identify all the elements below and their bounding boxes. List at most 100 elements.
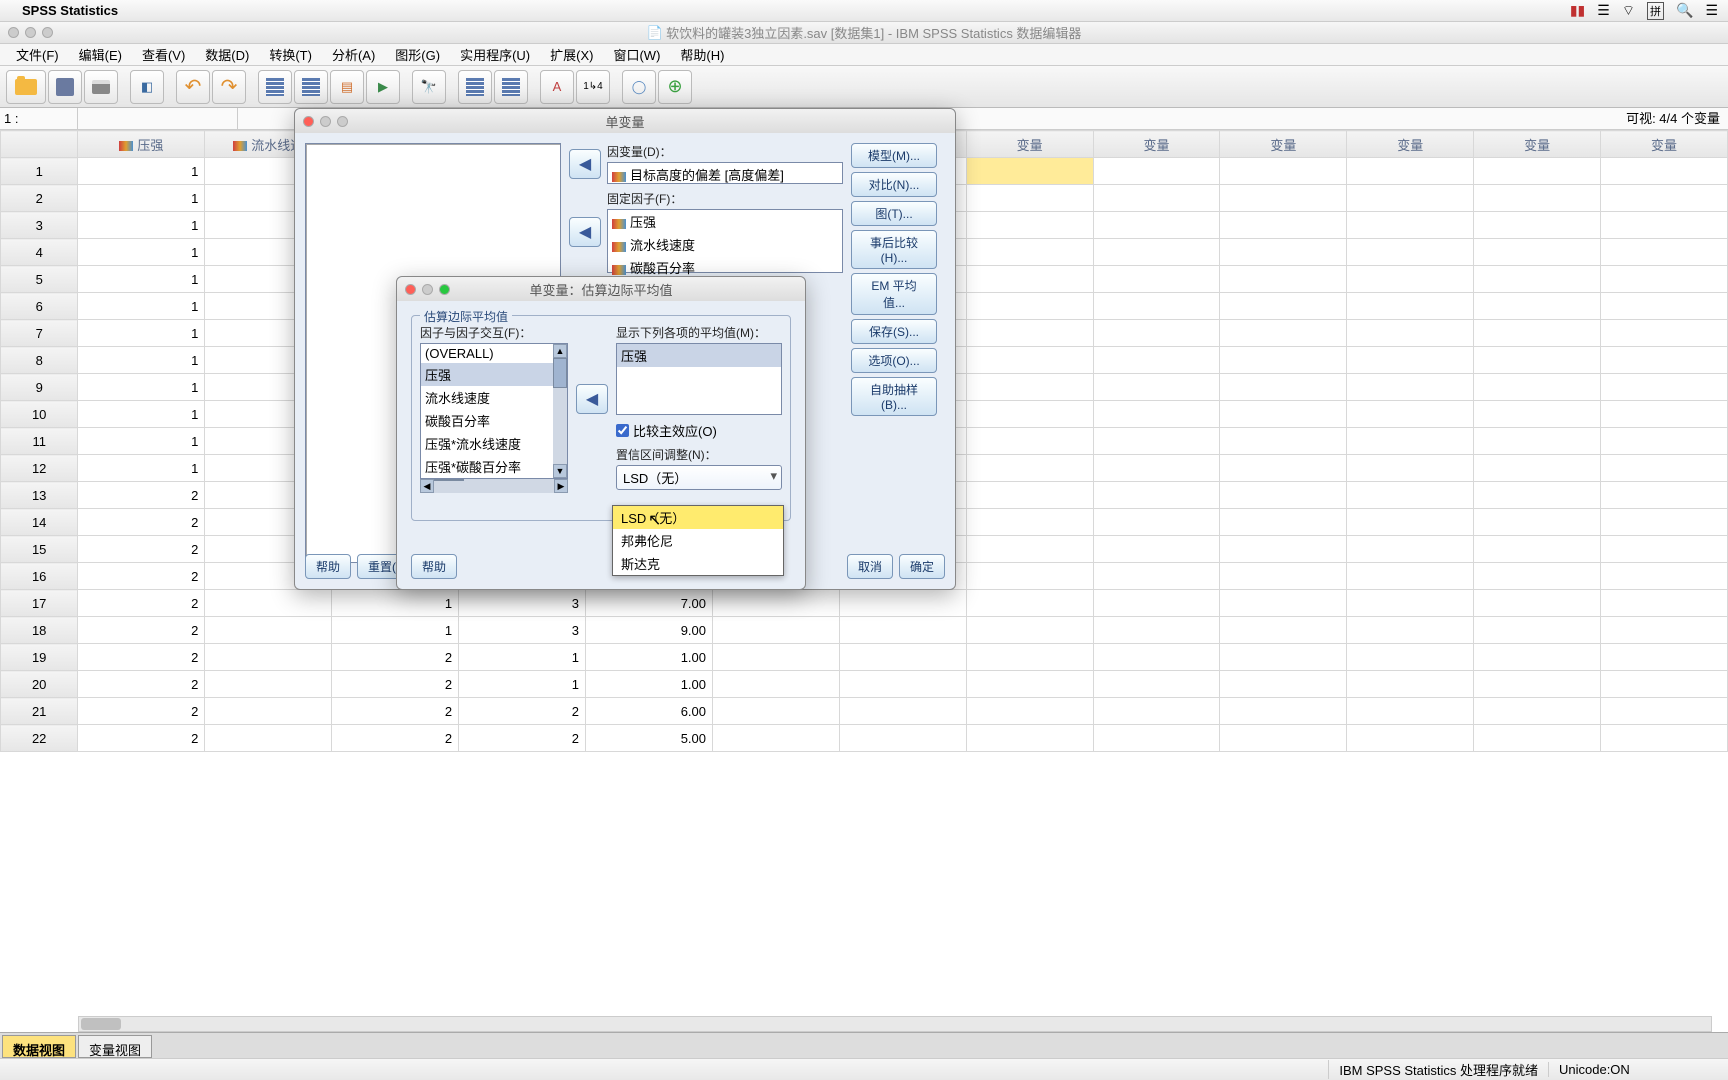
insert-var-button[interactable] (494, 70, 528, 104)
select-cases-button[interactable]: ◯ (622, 70, 656, 104)
print-button[interactable] (84, 70, 118, 104)
display-means-list[interactable]: 压强 (616, 343, 782, 415)
table-row[interactable]: 212226.00 (1, 698, 1728, 725)
side-button[interactable]: 自助抽样(B)... (851, 377, 937, 416)
list-item[interactable]: 压强*碳酸百分率 (421, 455, 553, 478)
save-button[interactable] (48, 70, 82, 104)
control-center-icon[interactable]: ☰ (1705, 2, 1718, 19)
display-means-label: 显示下列各项的平均值(M)： (616, 324, 782, 341)
table-row[interactable]: 192211.00 (1, 644, 1728, 671)
recall-dialog-button[interactable]: ◧ (130, 70, 164, 104)
visible-vars-label: 可视: 4/4 个变量 (1626, 108, 1728, 129)
menu-item[interactable]: 编辑(E) (69, 45, 132, 64)
toolbar: ◧ ↶ ↷ ▤ ▶ 🔭 A 1↳4 ◯ ⊕ (0, 66, 1728, 108)
menu-item[interactable]: 文件(F) (6, 45, 69, 64)
dropdown-option[interactable]: 邦弗伦尼 (613, 529, 783, 552)
split-file-button[interactable]: A (540, 70, 574, 104)
undo-button[interactable]: ↶ (176, 70, 210, 104)
grid-hscrollbar[interactable] (78, 1016, 1712, 1032)
dock-icon[interactable]: ☰ (1597, 2, 1610, 19)
value-labels-button[interactable]: ⊕ (658, 70, 692, 104)
univariate-title: 单变量 (295, 109, 955, 133)
compare-main-effects-checkbox[interactable] (616, 424, 629, 437)
dependent-label: 因变量(D)： (607, 143, 843, 160)
doc-icon: 📄 (647, 25, 663, 41)
app-name[interactable]: SPSS Statistics (22, 3, 118, 18)
menu-item[interactable]: 帮助(H) (670, 45, 734, 64)
list-item[interactable]: 压强*流水线速度 (421, 432, 553, 455)
processor-status: IBM SPSS Statistics 处理程序就绪 (1328, 1060, 1548, 1079)
menu-item[interactable]: 实用程序(U) (450, 45, 540, 64)
menubar-right: ▮▮ ☰ ⌔ 拼 🔍 ☰ (1570, 2, 1718, 20)
window-titlebar: 📄 软饮料的罐装3独立因素.sav [数据集1] - IBM SPSS Stat… (0, 22, 1728, 44)
move-to-fixed-button[interactable]: ◀ (569, 217, 601, 247)
univariate-cancel-button[interactable]: 取消 (847, 554, 893, 579)
side-button[interactable]: 图(T)... (851, 201, 937, 226)
side-button[interactable]: 事后比较(H)... (851, 230, 937, 269)
data-view-tab[interactable]: 数据视图 (2, 1035, 76, 1058)
goto-var-button[interactable] (294, 70, 328, 104)
list-hscrollbar[interactable]: ◀▶ (420, 479, 568, 493)
input-method[interactable]: 拼 (1647, 2, 1664, 20)
variable-view-tab[interactable]: 变量视图 (78, 1035, 152, 1058)
table-row[interactable]: 182139.00 (1, 617, 1728, 644)
mac-menubar: SPSS Statistics ▮▮ ☰ ⌔ 拼 🔍 ☰ (0, 0, 1728, 22)
ci-adjust-label: 置信区间调整(N)： (616, 446, 782, 463)
active-cell-value[interactable] (78, 108, 238, 129)
move-to-display-button[interactable]: ◀ (576, 384, 608, 414)
weight-button[interactable]: 1↳4 (576, 70, 610, 104)
side-button[interactable]: 选项(O)... (851, 348, 937, 373)
menu-item[interactable]: 图形(G) (385, 45, 450, 64)
list-vscrollbar[interactable]: ▲▼ (553, 344, 567, 478)
table-row[interactable]: 222225.00 (1, 725, 1728, 752)
dropdown-option[interactable]: 斯达克 (613, 552, 783, 575)
ci-adjust-combo[interactable]: LSD（无） (616, 465, 782, 490)
unicode-status: Unicode:ON (1548, 1062, 1668, 1077)
open-button[interactable] (6, 70, 46, 104)
dependent-field[interactable]: 目标高度的偏差 [高度偏差] (607, 162, 843, 184)
variables-button[interactable]: ▤ (330, 70, 364, 104)
table-row[interactable]: 172137.00 (1, 590, 1728, 617)
factors-interactions-list[interactable]: (OVERALL)压强流水线速度碳酸百分率压强*流水线速度压强*碳酸百分率流水线… (420, 343, 568, 479)
menu-item[interactable]: 窗口(W) (603, 45, 670, 64)
fixed-factors-list[interactable]: 压强流水线速度碳酸百分率 (607, 209, 843, 273)
move-to-dependent-button[interactable]: ◀ (569, 149, 601, 179)
redo-button[interactable]: ↷ (212, 70, 246, 104)
list-item[interactable]: 流水线速度 (608, 233, 842, 256)
em-help-button[interactable]: 帮助 (411, 554, 457, 579)
window-traffic-lights[interactable] (8, 27, 53, 38)
list-item[interactable]: 碳酸百分率 (421, 409, 553, 432)
list-item[interactable]: 流水线速度 (421, 386, 553, 409)
menu-item[interactable]: 数据(D) (195, 45, 259, 64)
spotlight-icon[interactable]: 🔍 (1676, 2, 1693, 19)
list-item[interactable]: 压强 (421, 363, 553, 386)
em-means-title: 单变量：估算边际平均值 (397, 277, 805, 301)
factors-interactions-label: 因子与因子交互(F)： (420, 324, 568, 341)
list-item[interactable]: (OVERALL) (421, 344, 553, 363)
univariate-ok-button[interactable]: 确定 (899, 554, 945, 579)
list-item[interactable]: 压强 (608, 210, 842, 233)
side-button[interactable]: 模型(M)... (851, 143, 937, 168)
active-cell-label: 1 : (0, 108, 78, 129)
side-button[interactable]: 保存(S)... (851, 319, 937, 344)
menu-item[interactable]: 分析(A) (322, 45, 385, 64)
list-item[interactable]: 压强 (617, 344, 781, 367)
side-button[interactable]: EM 平均值... (851, 273, 937, 315)
window-title: 软饮料的罐装3独立因素.sav [数据集1] - IBM SPSS Statis… (666, 23, 1081, 42)
find-button[interactable]: 🔭 (412, 70, 446, 104)
insert-cases-button[interactable] (458, 70, 492, 104)
menu-item[interactable]: 查看(V) (132, 45, 195, 64)
battery-icon[interactable]: ▮▮ (1570, 2, 1585, 19)
table-row[interactable]: 202211.00 (1, 671, 1728, 698)
ci-adjust-dropdown[interactable]: LSD（无）邦弗伦尼斯达克 (612, 505, 784, 576)
wifi-icon[interactable]: ⌔ (1622, 2, 1635, 20)
dropdown-option[interactable]: LSD（无） (613, 506, 783, 529)
run-button[interactable]: ▶ (366, 70, 400, 104)
menu-item[interactable]: 转换(T) (259, 45, 322, 64)
univariate-help-button[interactable]: 帮助 (305, 554, 351, 579)
app-menu: 文件(F)编辑(E)查看(V)数据(D)转换(T)分析(A)图形(G)实用程序(… (0, 44, 1728, 66)
goto-case-button[interactable] (258, 70, 292, 104)
view-tabs: 数据视图 变量视图 (0, 1032, 1728, 1058)
menu-item[interactable]: 扩展(X) (540, 45, 603, 64)
side-button[interactable]: 对比(N)... (851, 172, 937, 197)
